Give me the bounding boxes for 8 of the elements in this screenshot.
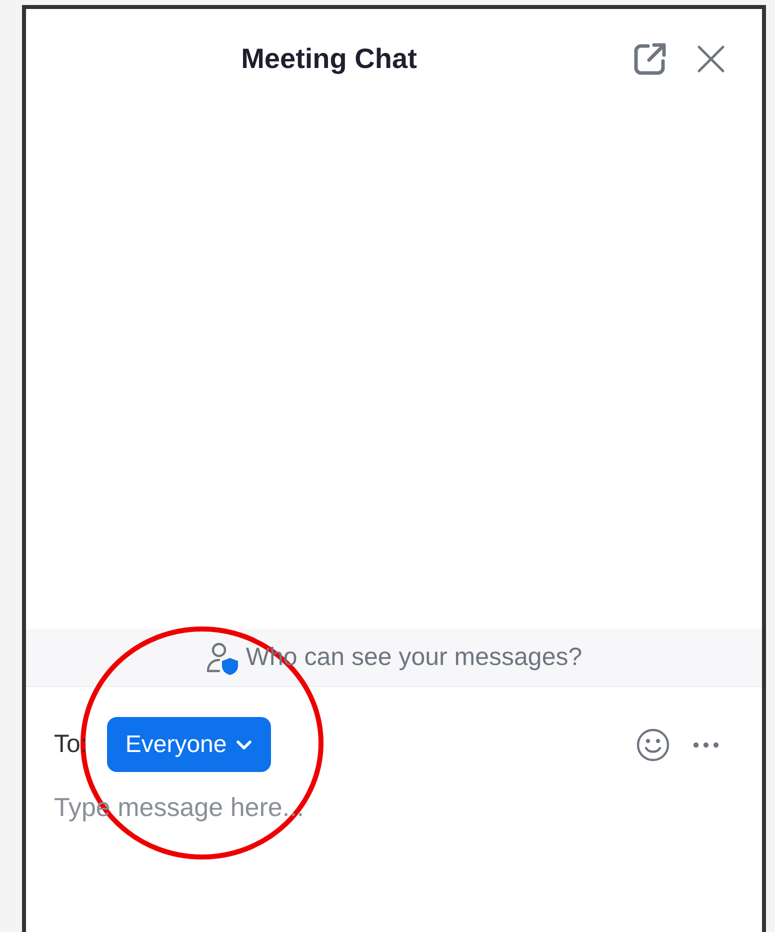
close-icon[interactable]	[696, 44, 726, 74]
emoji-icon[interactable]	[636, 728, 670, 762]
chevron-down-icon	[234, 738, 253, 750]
more-icon[interactable]	[692, 740, 720, 748]
user-shield-icon	[206, 640, 240, 674]
window-title: Meeting Chat	[240, 43, 418, 75]
pop-out-icon[interactable]	[632, 41, 668, 77]
recipient-dropdown[interactable]: Everyone	[107, 717, 271, 772]
